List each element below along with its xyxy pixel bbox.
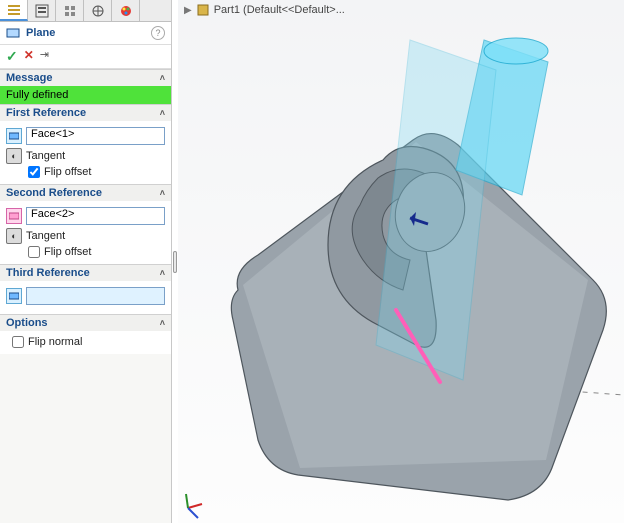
display-manager-icon [91, 4, 105, 18]
group-third-reference-label: Third Reference [6, 267, 90, 279]
second-flip-offset-checkbox[interactable] [28, 246, 40, 258]
status-fully-defined: Fully defined [0, 86, 171, 104]
group-message-header[interactable]: Message ˄ [0, 70, 171, 86]
manager-tabs [0, 0, 171, 22]
property-manager-panel: Plane ? ✓ ✕ ⇥ Message ˄ Fully defined Fi… [0, 0, 172, 523]
chevron-up-icon: ˄ [160, 268, 165, 278]
group-second-reference: Second Reference ˄ Face<2> ◐ Tangent Fli… [0, 184, 171, 264]
splitter-grip-icon [173, 251, 177, 273]
group-first-reference: First Reference ˄ Face<1> ◐ Tangent Flip… [0, 104, 171, 184]
tab-appearance-manager[interactable] [112, 0, 140, 21]
tab-property-manager[interactable] [28, 0, 56, 21]
group-first-reference-label: First Reference [6, 107, 86, 119]
third-reference-input[interactable] [26, 287, 165, 305]
group-options-label: Options [6, 317, 48, 329]
face-ref-icon[interactable] [6, 208, 22, 224]
flip-normal-checkbox[interactable] [12, 336, 24, 348]
second-reference-input[interactable]: Face<2> [26, 207, 165, 225]
face-ref-icon[interactable] [6, 128, 22, 144]
help-icon[interactable]: ? [151, 26, 165, 40]
chevron-up-icon: ˄ [160, 318, 165, 328]
first-reference-type: Tangent [26, 150, 65, 162]
feature-title: Plane [26, 27, 145, 39]
first-reference-input[interactable]: Face<1> [26, 127, 165, 145]
first-flip-offset-label: Flip offset [44, 166, 92, 178]
plane-icon [6, 26, 20, 40]
feature-header: Plane ? [0, 22, 171, 45]
property-manager-icon [35, 4, 49, 18]
first-flip-offset-checkbox[interactable] [28, 166, 40, 178]
group-options: Options ˄ Flip normal [0, 314, 171, 354]
group-third-reference: Third Reference ˄ [0, 264, 171, 314]
appearance-manager-icon [119, 4, 133, 18]
action-row: ✓ ✕ ⇥ [0, 45, 171, 69]
group-first-reference-header[interactable]: First Reference ˄ [0, 105, 171, 121]
tab-configuration-manager[interactable] [56, 0, 84, 21]
pin-button[interactable]: ⇥ [40, 48, 49, 65]
tab-feature-manager[interactable] [0, 0, 28, 21]
group-second-reference-header[interactable]: Second Reference ˄ [0, 185, 171, 201]
graphics-viewport[interactable]: ▶ Part1 (Default<<Default>... [178, 0, 624, 523]
second-reference-type: Tangent [26, 230, 65, 242]
tangent-icon[interactable]: ◐ [6, 148, 22, 164]
face-ref-icon[interactable] [6, 288, 22, 304]
second-flip-offset-label: Flip offset [44, 246, 92, 258]
cancel-button[interactable]: ✕ [24, 48, 34, 65]
feature-manager-icon [7, 3, 21, 17]
group-message: Message ˄ Fully defined [0, 69, 171, 104]
chevron-up-icon: ˄ [160, 188, 165, 198]
chevron-up-icon: ˄ [160, 73, 165, 83]
tab-display-manager[interactable] [84, 0, 112, 21]
chevron-up-icon: ˄ [160, 108, 165, 118]
group-message-label: Message [6, 72, 52, 84]
ok-button[interactable]: ✓ [6, 48, 18, 65]
model-view[interactable] [178, 0, 624, 523]
tangent-icon[interactable]: ◐ [6, 228, 22, 244]
configuration-manager-icon [63, 4, 77, 18]
group-options-header[interactable]: Options ˄ [0, 315, 171, 331]
group-third-reference-header[interactable]: Third Reference ˄ [0, 265, 171, 281]
group-second-reference-label: Second Reference [6, 187, 102, 199]
flip-normal-label: Flip normal [28, 336, 82, 348]
